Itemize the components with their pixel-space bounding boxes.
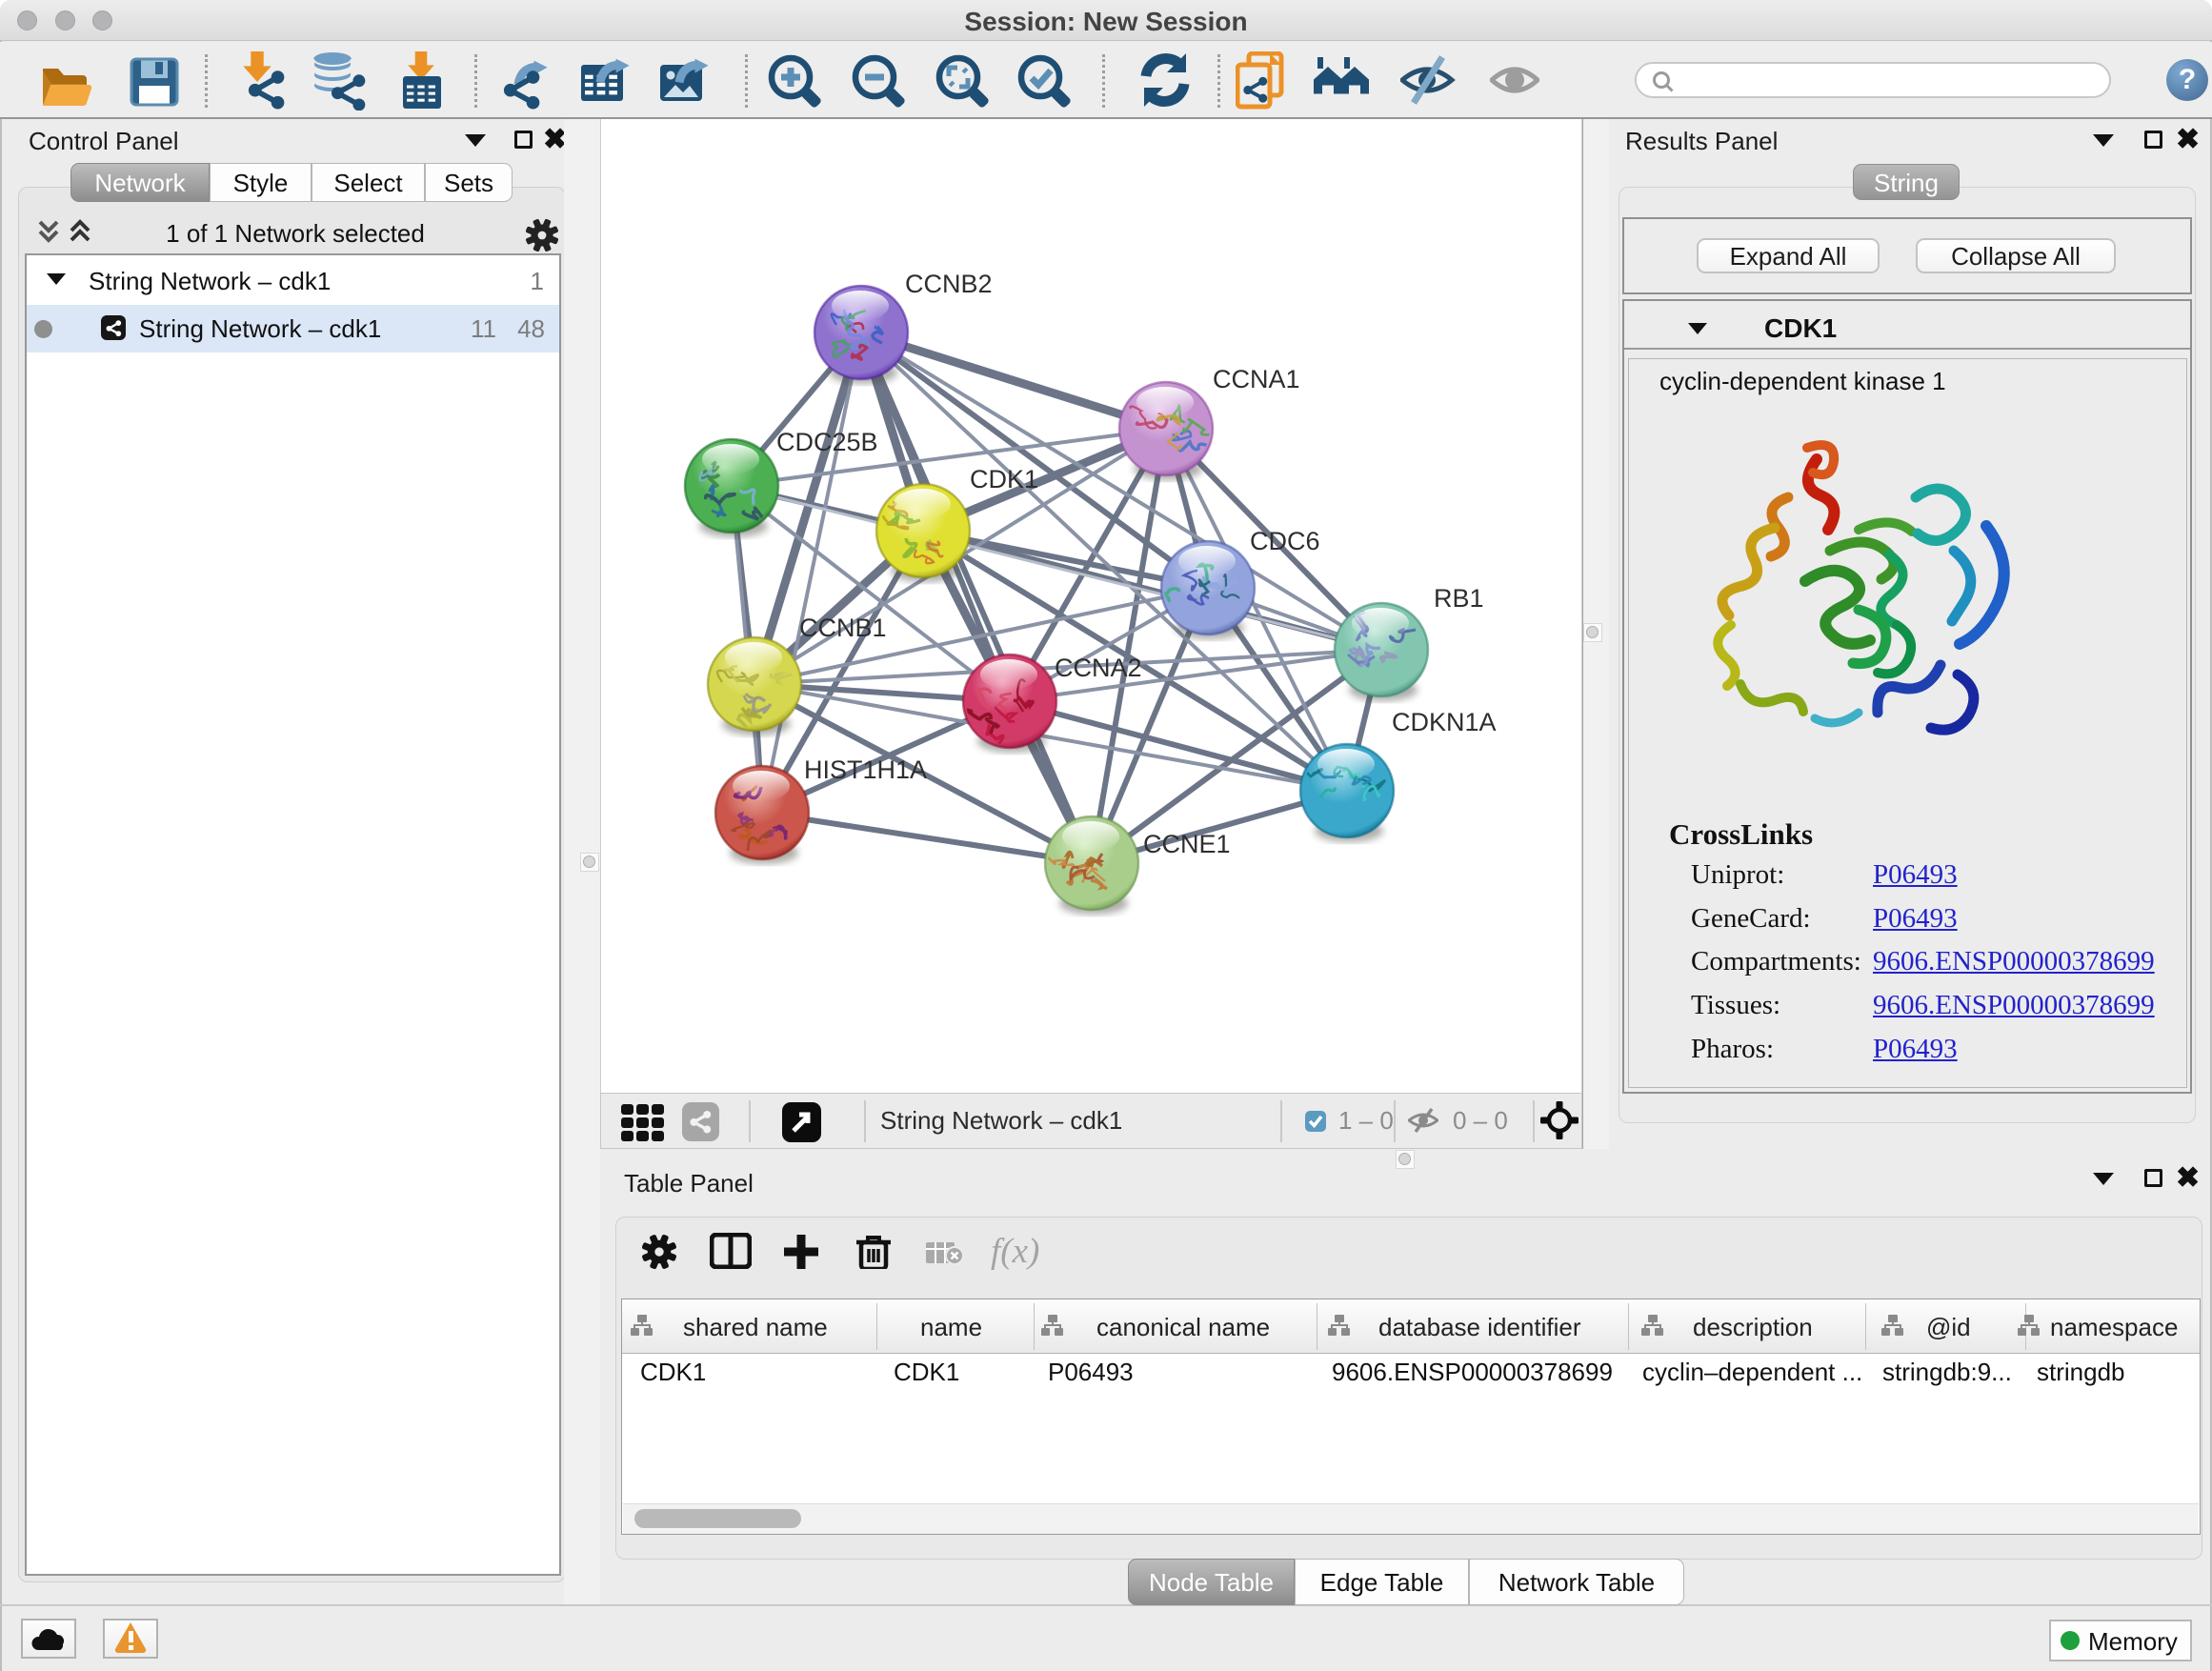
svg-text:CCNB1: CCNB1 — [799, 614, 887, 642]
svg-text:CDC25B: CDC25B — [776, 428, 878, 456]
svg-text:RB1: RB1 — [1434, 584, 1484, 613]
svg-text:CDK1: CDK1 — [970, 465, 1038, 493]
svg-text:CDC6: CDC6 — [1250, 527, 1320, 555]
svg-text:CCNA1: CCNA1 — [1213, 365, 1300, 393]
svg-text:CCNA2: CCNA2 — [1055, 654, 1142, 682]
svg-text:CCNE1: CCNE1 — [1143, 830, 1231, 858]
svg-text:CDKN1A: CDKN1A — [1392, 708, 1497, 736]
svg-text:CCNB2: CCNB2 — [905, 270, 993, 298]
svg-text:HIST1H1A: HIST1H1A — [804, 755, 927, 784]
